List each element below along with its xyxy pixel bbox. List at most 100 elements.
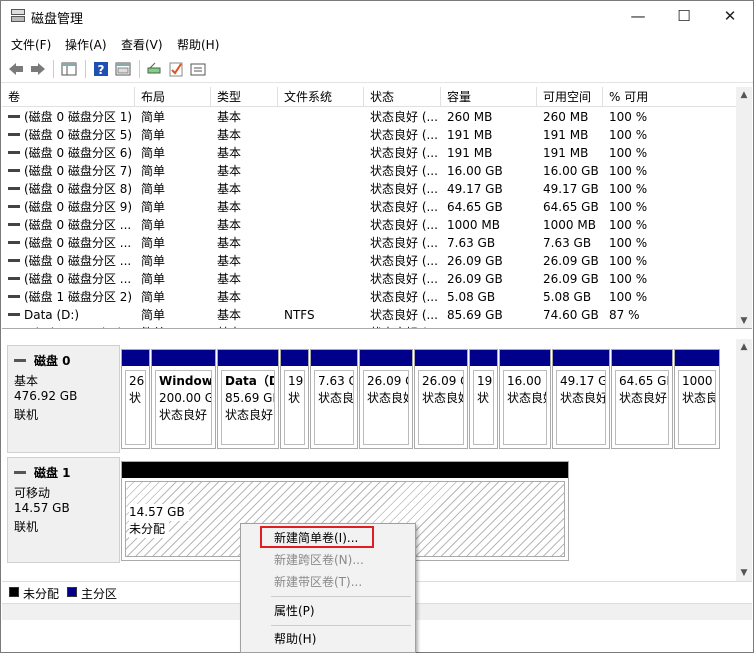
col-free-space[interactable]: 可用空间 bbox=[537, 87, 603, 107]
table-row[interactable]: (磁盘 0 磁盘分区 ... 简单 基本 状态良好 (... 26.09 GB 26.09… bbox=[2, 252, 736, 270]
partition-text: 85.69 GB bbox=[225, 391, 274, 405]
col-status[interactable]: 状态 bbox=[364, 87, 441, 107]
table-cell: 状态良好 (... bbox=[370, 126, 442, 144]
cell-text: 74.60 GB bbox=[543, 308, 599, 322]
col-percent-free[interactable]: % 可用 bbox=[603, 87, 736, 107]
partition[interactable]: 26.09 G 状态良好 bbox=[359, 349, 413, 449]
close-button[interactable]: ✕ bbox=[707, 1, 753, 32]
col-layout[interactable]: 布局 bbox=[135, 87, 211, 107]
cell-text: 简单 bbox=[141, 254, 166, 268]
scroll-up-icon[interactable]: ▲ bbox=[736, 87, 752, 103]
menu-properties[interactable]: 属性(P) bbox=[241, 600, 415, 622]
partition-text: 16.00 ( bbox=[507, 374, 547, 388]
table-cell: 基本 bbox=[217, 216, 279, 234]
partition[interactable]: 26 状 bbox=[121, 349, 150, 449]
cell-text: 26.09 GB bbox=[447, 272, 503, 286]
cell-text: 状态良好 (... bbox=[370, 326, 438, 328]
help-icon[interactable]: ? bbox=[92, 60, 110, 78]
minimize-button[interactable]: — bbox=[615, 1, 661, 32]
col-capacity[interactable]: 容量 bbox=[441, 87, 537, 107]
table-row[interactable]: (磁盘 0 磁盘分区 ... 简单 基本 状态良好 (... 26.09 GB 26.09… bbox=[2, 270, 736, 288]
table-row[interactable]: Windows 10 (C:) 简单 基本 NTFS 状态良好 (... 200.00 G… bbox=[2, 324, 736, 328]
disk-0-label[interactable]: 磁盘 0 基本 476.92 GB 联机 bbox=[7, 345, 120, 453]
check-icon[interactable] bbox=[167, 60, 185, 78]
table-row[interactable]: Data (D:) 简单 基本 NTFS 状态良好 (... 85.69 GB 74.60 … bbox=[2, 306, 736, 324]
toolbar: ? bbox=[1, 55, 753, 83]
unallocated-bar bbox=[122, 462, 568, 478]
cell-text: 基本 bbox=[217, 164, 242, 178]
col-filesystem[interactable]: 文件系统 bbox=[278, 87, 364, 107]
forward-icon[interactable] bbox=[29, 60, 47, 78]
table-row[interactable]: (磁盘 0 磁盘分区 8) 简单 基本 状态良好 (... 49.17 GB 49.17 … bbox=[2, 180, 736, 198]
menu-file[interactable]: 文件(F) bbox=[11, 36, 51, 53]
partition[interactable]: 49.17 G 状态良好 bbox=[552, 349, 610, 449]
table-cell: (磁盘 0 磁盘分区 1) bbox=[8, 108, 135, 126]
partition[interactable]: 16.00 (状态良好 bbox=[499, 349, 551, 449]
scroll-down-icon[interactable]: ▼ bbox=[736, 313, 752, 328]
console-tree-icon[interactable] bbox=[60, 60, 78, 78]
cell-text: 49.17 GB bbox=[447, 182, 503, 196]
menu-new-striped-volume[interactable]: 新建带区卷(T)... bbox=[241, 571, 415, 593]
menu-help[interactable]: 帮助(H) bbox=[177, 36, 219, 53]
partition[interactable]: Data（D 85.69 GB 状态良好 bbox=[217, 349, 279, 449]
table-cell: 100 % bbox=[609, 252, 729, 270]
table-cell: 基本 bbox=[217, 162, 279, 180]
partition[interactable]: Windows 200.00 GI 状态良好 bbox=[151, 349, 216, 449]
table-cell: 100 % bbox=[609, 234, 729, 252]
col-volume[interactable]: 卷 bbox=[2, 87, 135, 107]
graphic-pane-scrollbar[interactable]: ▲ ▼ bbox=[736, 339, 752, 581]
table-row[interactable]: (磁盘 0 磁盘分区 5) 简单 基本 状态良好 (... 191 MB 191 MB 10… bbox=[2, 126, 736, 144]
cell-text: 26.09 GB bbox=[447, 254, 503, 268]
maximize-button[interactable]: ☐ bbox=[661, 1, 707, 32]
table-row[interactable]: (磁盘 0 磁盘分区 1) 简单 基本 状态良好 (... 260 MB 260 MB 10… bbox=[2, 108, 736, 126]
back-icon[interactable] bbox=[7, 60, 25, 78]
table-cell: 191 MB bbox=[447, 144, 537, 162]
table-row[interactable]: (磁盘 0 磁盘分区 9) 简单 基本 状态良好 (... 64.65 GB 64.65 … bbox=[2, 198, 736, 216]
table-cell: 简单 bbox=[141, 180, 211, 198]
table-cell: 状态良好 (... bbox=[370, 306, 442, 324]
menu-separator bbox=[271, 596, 411, 597]
cell-text: 简单 bbox=[141, 218, 166, 232]
table-cell: 简单 bbox=[141, 144, 211, 162]
table-cell: 简单 bbox=[141, 126, 211, 144]
scroll-down-icon[interactable]: ▼ bbox=[736, 565, 752, 581]
menu-action[interactable]: 操作(A) bbox=[65, 36, 107, 53]
menu-help-item[interactable]: 帮助(H) bbox=[241, 628, 415, 650]
connect-icon[interactable] bbox=[145, 60, 163, 78]
cell-text: 状态良好 (... bbox=[370, 200, 438, 214]
menu-view[interactable]: 查看(V) bbox=[121, 36, 163, 53]
table-row[interactable]: (磁盘 0 磁盘分区 7) 简单 基本 状态良好 (... 16.00 GB 16.00 … bbox=[2, 162, 736, 180]
volume-list-scrollbar[interactable]: ▲ ▼ bbox=[736, 87, 752, 328]
cell-text: 191 MB bbox=[543, 128, 589, 142]
col-type[interactable]: 类型 bbox=[211, 87, 278, 107]
partition[interactable]: 19 状 bbox=[280, 349, 309, 449]
table-row[interactable]: (磁盘 1 磁盘分区 2) 简单 基本 状态良好 (... 5.08 GB 5.08 GB… bbox=[2, 288, 736, 306]
cell-text: 100 % bbox=[609, 200, 648, 214]
table-row[interactable]: (磁盘 0 磁盘分区 6) 简单 基本 状态良好 (... 191 MB 191 MB 10… bbox=[2, 144, 736, 162]
cell-text: 状态良好 (... bbox=[370, 164, 438, 178]
table-cell: 基本 bbox=[217, 198, 279, 216]
disk-1-title: 磁盘 1 bbox=[34, 466, 71, 480]
table-row[interactable]: (磁盘 0 磁盘分区 ... 简单 基本 状态良好 (... 1000 MB 1000 M… bbox=[2, 216, 736, 234]
partition[interactable]: 1000 状态良 bbox=[674, 349, 720, 449]
table-cell: 16.00 GB bbox=[543, 162, 603, 180]
partition[interactable]: 64.65 GI 状态良好 bbox=[611, 349, 673, 449]
table-cell: 简单 bbox=[141, 162, 211, 180]
partition-info: 7.63 G 状态良好 bbox=[314, 370, 354, 445]
list-icon[interactable] bbox=[189, 60, 207, 78]
properties-icon[interactable] bbox=[114, 60, 132, 78]
table-row[interactable]: (磁盘 0 磁盘分区 ... 简单 基本 状态良好 (... 7.63 GB 7.63 G… bbox=[2, 234, 736, 252]
disk-1-label[interactable]: 磁盘 1 可移动 14.57 GB 联机 bbox=[7, 457, 120, 563]
partition[interactable]: 7.63 G 状态良好 bbox=[310, 349, 358, 449]
cell-text: 64.65 GB bbox=[447, 200, 503, 214]
partition[interactable]: 19 状 bbox=[469, 349, 498, 449]
menu-new-spanned-volume[interactable]: 新建跨区卷(N)... bbox=[241, 549, 415, 571]
cell-text: 191 MB bbox=[543, 146, 589, 160]
table-cell: 基本 bbox=[217, 324, 279, 328]
partition[interactable]: 26.09 G 状态良好 bbox=[414, 349, 468, 449]
scroll-up-icon[interactable]: ▲ bbox=[736, 339, 752, 355]
cell-text: 状态良好 (... bbox=[370, 218, 438, 232]
table-cell: 基本 bbox=[217, 144, 279, 162]
table-cell: 状态良好 (... bbox=[370, 252, 442, 270]
cell-text: 16.00 GB bbox=[447, 164, 503, 178]
